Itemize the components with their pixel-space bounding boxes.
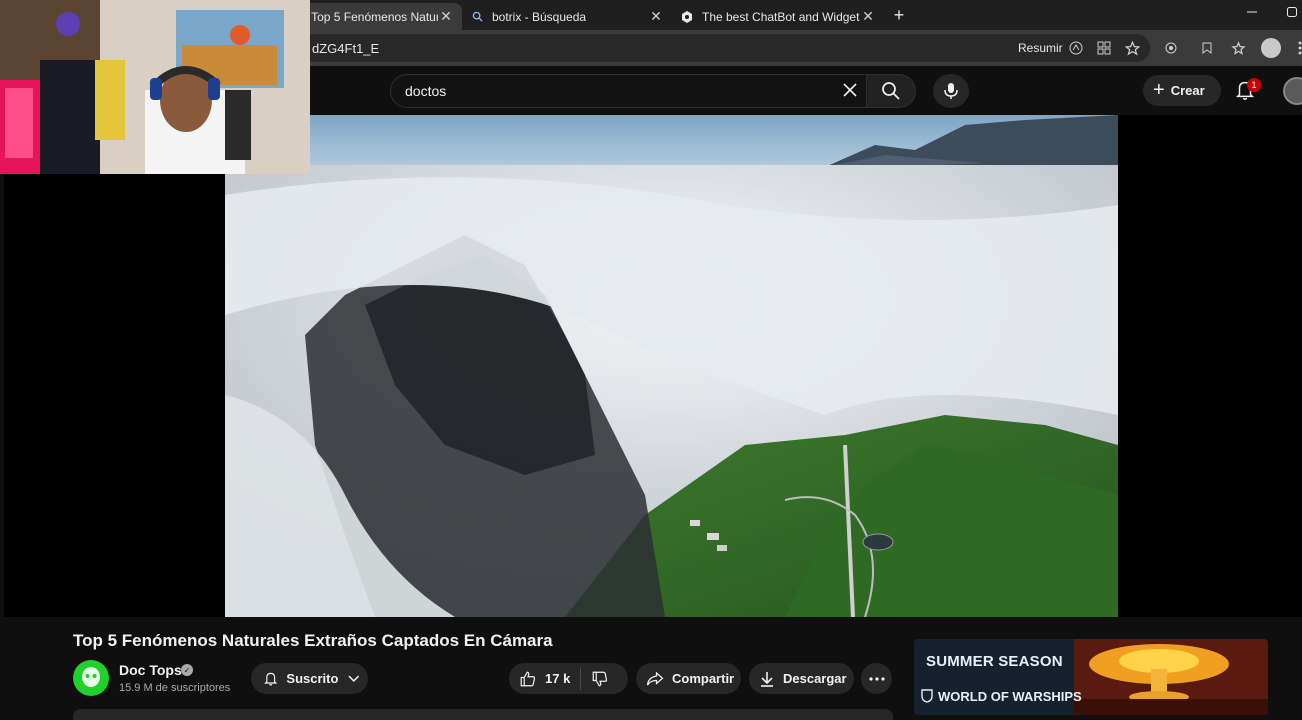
maximize-icon[interactable] — [1287, 6, 1297, 20]
sponsored-ad-banner[interactable]: SUMMER SEASON WORLD OF WARSHIPS — [914, 639, 1268, 715]
close-icon[interactable]: ✕ — [860, 8, 876, 25]
channel-avatar[interactable] — [73, 660, 109, 696]
chevron-down-icon — [348, 675, 360, 682]
video-title: Top 5 Fenómenos Naturales Extraños Capta… — [73, 631, 553, 650]
summarize-button[interactable]: Resumir — [1018, 41, 1063, 55]
like-count: 17 k — [545, 671, 571, 686]
share-label: Compartir — [672, 671, 735, 686]
bell-icon — [264, 672, 278, 686]
voice-search-button[interactable] — [933, 74, 969, 108]
extensions-icon[interactable] — [1161, 38, 1181, 58]
url-text: dZG4Ft1_E — [312, 41, 380, 56]
share-button[interactable]: Compartir — [636, 663, 741, 694]
search-button[interactable] — [866, 74, 916, 108]
translate-icon[interactable] — [1066, 38, 1086, 58]
share-icon — [646, 671, 664, 685]
search-icon — [470, 10, 484, 24]
close-icon[interactable]: ✕ — [438, 8, 454, 25]
create-button[interactable]: + Crear — [1143, 75, 1221, 106]
channel-name[interactable]: Doc Tops — [119, 662, 182, 678]
verified-check-icon: ✓ — [181, 664, 193, 676]
video-frame[interactable] — [225, 115, 1118, 617]
microphone-icon — [944, 83, 958, 99]
minimize-icon[interactable] — [1247, 6, 1257, 20]
plus-icon: + — [1153, 79, 1165, 101]
search-box — [390, 74, 910, 108]
subscribe-label: Suscrito — [286, 671, 339, 686]
dislike-button[interactable] — [591, 670, 617, 688]
new-tab-button[interactable]: + — [888, 4, 910, 26]
download-icon — [761, 671, 773, 687]
notification-badge: 1 — [1247, 78, 1261, 92]
more-horizontal-icon — [868, 676, 885, 681]
tab-title: ) Top 5 Fenómenos Naturales — [304, 9, 438, 24]
webcam-overlay — [0, 0, 310, 174]
webcam-streamer-image — [0, 0, 310, 174]
apps-icon[interactable] — [1094, 38, 1114, 58]
tab-title: The best ChatBot and Widgets fo — [702, 9, 860, 24]
video-scene-image — [225, 115, 1118, 617]
ad-brand: WORLD OF WARSHIPS — [938, 689, 1082, 704]
create-label: Crear — [1170, 83, 1205, 98]
description-panel-edge[interactable] — [73, 709, 893, 720]
thumbs-down-icon — [592, 671, 608, 686]
browser-profile-avatar[interactable] — [1261, 38, 1281, 58]
tab-botrix-search[interactable]: botrix - Búsqueda ✕ — [462, 3, 672, 30]
close-icon[interactable]: ✕ — [648, 8, 664, 25]
thumbs-up-icon — [520, 671, 536, 686]
download-button[interactable]: Descargar — [749, 663, 854, 694]
like-dislike-group: 17 k — [509, 663, 628, 694]
subscribe-button[interactable]: Suscrito — [251, 663, 368, 694]
search-input[interactable] — [405, 83, 825, 99]
more-actions-button[interactable] — [861, 663, 892, 694]
like-button[interactable]: 17 k — [519, 670, 570, 688]
more-icon[interactable] — [1290, 38, 1302, 58]
chatbot-favicon-icon — [680, 10, 694, 24]
divider — [580, 667, 582, 690]
tab-top5[interactable]: ) Top 5 Fenómenos Naturales ✕ — [296, 3, 462, 30]
star-bookmark-icon[interactable] — [1122, 38, 1142, 58]
ad-headline: SUMMER SEASON — [926, 653, 1063, 670]
subscriber-count: 15.9 M de suscriptores — [119, 682, 231, 694]
tab-chatbot[interactable]: The best ChatBot and Widgets fo ✕ — [672, 3, 884, 30]
screen: ) Top 5 Fenómenos Naturales ✕ botrix - B… — [0, 0, 1302, 720]
collections-icon[interactable] — [1228, 38, 1248, 58]
warships-logo-icon — [921, 689, 933, 703]
tab-title: botrix - Búsqueda — [492, 9, 587, 24]
search-icon — [882, 82, 900, 100]
clear-search-icon[interactable] — [838, 78, 862, 102]
favorites-icon[interactable] — [1197, 38, 1217, 58]
download-label: Descargar — [783, 671, 847, 686]
